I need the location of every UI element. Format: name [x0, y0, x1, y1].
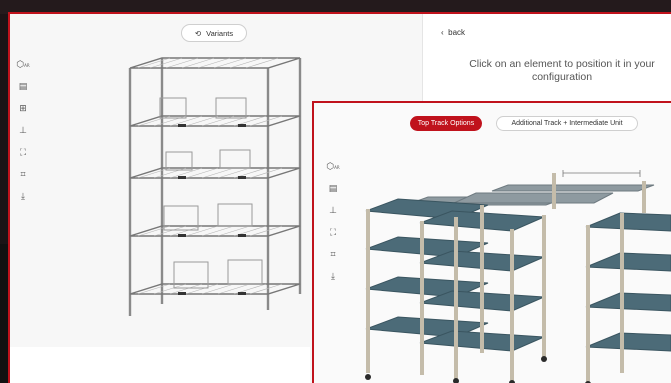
footer-area	[10, 347, 310, 383]
fullscreen-icon[interactable]: ⛶	[16, 146, 30, 160]
chevron-left-icon: ‹	[441, 28, 444, 37]
track-shelf-units[interactable]	[358, 143, 671, 383]
toolbar-left: ⬡ AR ▤ ⊞ ⊥ ⛶ ⌗ ⤓	[16, 58, 32, 212]
measure-icon[interactable]: ⊥	[16, 124, 30, 138]
ar-cube-icon[interactable]: ⬡ AR	[326, 160, 340, 174]
dimensions-icon[interactable]: ⌗	[16, 168, 30, 182]
tab-top-track-options[interactable]: Top Track Options	[410, 116, 482, 131]
download-pdf-icon[interactable]: ⤓	[326, 270, 340, 284]
download-pdf-icon[interactable]: ⤓	[16, 190, 30, 204]
variants-button[interactable]: ⟲ Variants	[181, 24, 247, 42]
add-box-icon[interactable]: ⊞	[16, 102, 30, 116]
configurator-overlay-window: Top Track Options Additional Track + Int…	[312, 101, 671, 383]
element-panel: ‹ back Click on an element to position i…	[422, 14, 671, 109]
fullscreen-icon[interactable]: ⛶	[326, 226, 340, 240]
wire-shelf-unit[interactable]	[120, 54, 316, 334]
clipboard-icon[interactable]: ▤	[16, 80, 30, 94]
back-link[interactable]: ‹ back	[441, 28, 465, 37]
clipboard-icon[interactable]: ▤	[326, 182, 340, 196]
background-edge	[0, 244, 8, 383]
instruction-text: Click on an element to position it in yo…	[469, 58, 655, 83]
toolbar-left-overlay: ⬡ AR ▤ ⊥ ⛶ ⌗ ⤓	[326, 160, 342, 292]
dimensions-icon[interactable]: ⌗	[326, 248, 340, 262]
back-label: back	[448, 28, 466, 37]
rotate-icon: ⟲	[194, 28, 202, 38]
ar-cube-icon[interactable]: ⬡ AR	[16, 58, 30, 72]
variants-label: Variants	[206, 28, 234, 38]
tab-additional-track[interactable]: Additional Track + Intermediate Unit	[496, 116, 638, 131]
measure-icon[interactable]: ⊥	[326, 204, 340, 218]
